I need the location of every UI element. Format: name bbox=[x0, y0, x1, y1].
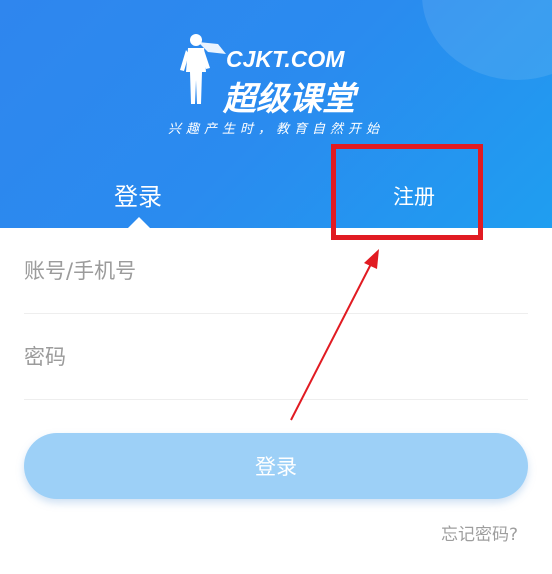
decorative-circle bbox=[422, 0, 552, 80]
logo-domain-text: CJKT.COM bbox=[226, 46, 345, 72]
account-field[interactable] bbox=[24, 228, 528, 314]
active-tab-indicator bbox=[128, 217, 150, 228]
app-logo: CJKT.COM 超级课堂 bbox=[178, 28, 378, 118]
tab-login[interactable]: 登录 bbox=[88, 172, 188, 222]
slogan: 兴趣产生时，教育自然开始 bbox=[167, 122, 384, 137]
password-field[interactable] bbox=[24, 314, 528, 400]
register-highlight-box bbox=[331, 144, 483, 240]
login-button[interactable]: 登录 bbox=[24, 433, 528, 499]
forgot-password-link[interactable]: 忘记密码? bbox=[441, 520, 518, 545]
logo-brand-name: 超级课堂 bbox=[223, 79, 355, 118]
account-input[interactable] bbox=[24, 228, 528, 313]
password-input[interactable] bbox=[24, 314, 528, 399]
superhero-logo-icon bbox=[180, 34, 226, 104]
